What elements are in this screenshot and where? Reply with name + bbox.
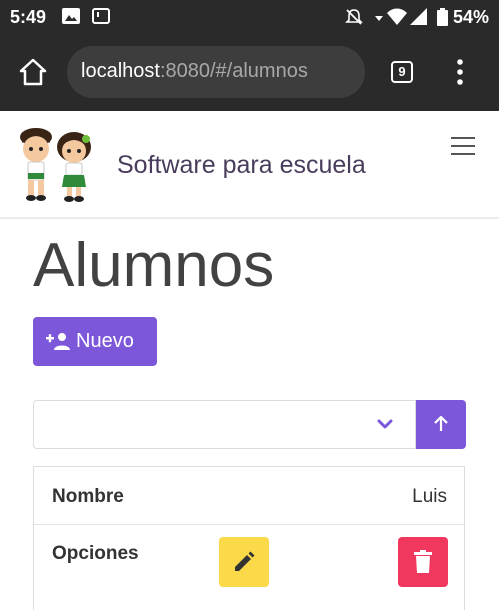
new-button-label: Nuevo: [76, 330, 134, 352]
more-vertical-icon[interactable]: [452, 58, 468, 86]
chevron-down-icon[interactable]: [377, 419, 393, 430]
status-time: 5:49: [10, 7, 47, 27]
row-divider: [34, 524, 464, 525]
options-label: Opciones: [52, 543, 139, 564]
hamburger-menu-icon[interactable]: [451, 136, 475, 156]
battery-icon: [437, 8, 448, 26]
edit-button[interactable]: [219, 537, 269, 587]
tab-switcher-button[interactable]: 9: [391, 61, 413, 83]
url-text: localhost:8080/#/alumnos: [81, 60, 308, 83]
add-person-icon: [46, 333, 70, 350]
browser-toolbar: localhost:8080/#/alumnos 9: [0, 33, 499, 111]
notification-icon: [92, 8, 110, 24]
name-label: Nombre: [52, 486, 124, 507]
delete-button[interactable]: [398, 537, 448, 587]
mute-icon: [345, 9, 363, 25]
sort-field-select[interactable]: [33, 400, 416, 449]
data-arrow-icon: [375, 16, 383, 21]
pencil-icon: [235, 551, 255, 571]
app-title[interactable]: Software para escuela: [117, 151, 366, 180]
home-icon[interactable]: [18, 57, 48, 87]
image-icon: [62, 8, 80, 24]
url-bar[interactable]: localhost:8080/#/alumnos: [67, 46, 365, 98]
sort-direction-button[interactable]: [416, 400, 466, 449]
page-title: Alumnos: [33, 231, 275, 300]
app-navbar: Software para escuela: [0, 111, 499, 219]
name-value: Luis: [412, 486, 447, 507]
url-path: :8080/#/alumnos: [159, 60, 308, 82]
new-student-button[interactable]: Nuevo: [33, 317, 157, 366]
student-card: Nombre Luis Opciones: [33, 466, 465, 610]
wifi-icon: [387, 8, 407, 25]
battery-percent: 54%: [452, 7, 489, 27]
school-kids-logo[interactable]: [14, 125, 98, 207]
status-bar: 5:49 54%: [0, 0, 499, 33]
arrow-up-icon: [434, 415, 448, 431]
url-host: localhost: [81, 60, 160, 82]
trash-icon: [414, 550, 432, 573]
signal-icon: [410, 8, 427, 25]
